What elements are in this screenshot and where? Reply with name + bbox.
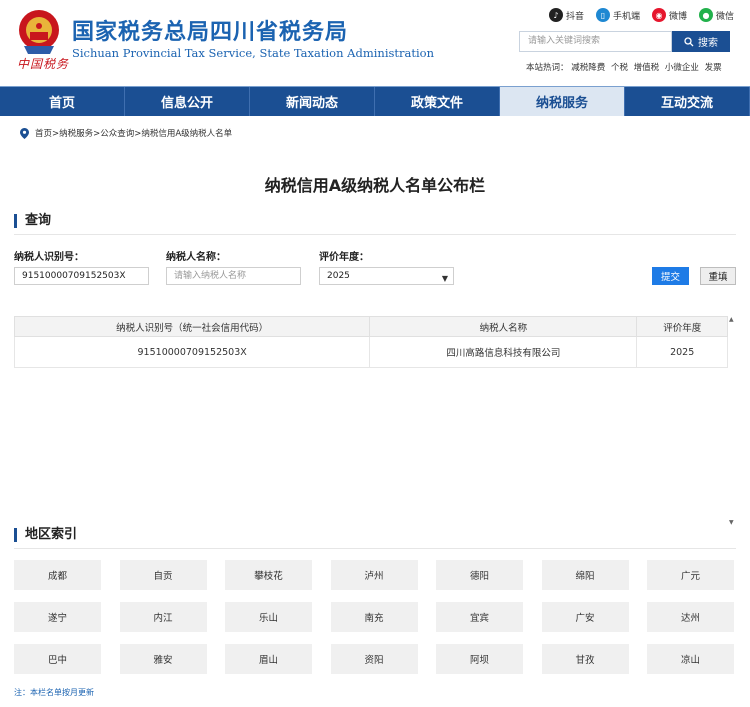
social-tiktok[interactable]: ♪ 抖音 [548,8,584,22]
table-cell: 四川高路信息科技有限公司 [369,336,638,368]
chevron-down-icon: ▼ [441,274,448,283]
hot-word[interactable]: 增值税 [634,63,660,73]
region-index: 成都 自贡 攀枝花 泸州 德阳 绵阳 广元 遂宁 内江 乐山 南充 宜宾 广安 … [14,560,736,674]
region-button[interactable]: 自贡 [119,560,207,590]
site-title[interactable]: 国家税务总局四川省税务局 [72,14,348,46]
taxpayer-name-input[interactable]: 请输入纳税人名称 [166,267,301,285]
update-note: 注：本栏名单按月更新 [14,688,94,697]
column-header: 评价年度 [636,316,728,337]
site-header: 中国税务 国家税务总局四川省税务局 Sichuan Provincial Tax… [0,0,750,86]
region-button[interactable]: 达州 [647,602,734,632]
region-button[interactable]: 资阳 [330,644,418,674]
table-cell: 2025 [636,336,728,368]
region-button[interactable]: 成都 [14,560,101,590]
hot-word[interactable]: 小微企业 [665,63,699,73]
social-label: 微信 [715,11,734,22]
region-button[interactable]: 绵阳 [541,560,629,590]
social-weibo[interactable]: ◉ 微博 [651,8,687,22]
taxpayer-id-input[interactable]: 91510000709152503X [14,267,149,285]
breadcrumb-text[interactable]: 首页>纳税服务>公众查询>纳税信用A级纳税人名单 [35,127,232,139]
location-pin-icon [20,127,29,139]
social-wechat[interactable]: ● 微信 [698,8,734,22]
nav-news[interactable]: 新闻动态 [250,87,375,116]
site-subtitle: Sichuan Provincial Tax Service, State Ta… [72,46,435,60]
wechat-icon: ● [698,8,713,22]
social-label: 抖音 [565,11,584,22]
hot-word[interactable]: 个税 [611,63,628,73]
social-mobile[interactable]: ▯ 手机端 [595,8,640,22]
table-cell: 91510000709152503X [13,336,371,368]
region-button[interactable]: 内江 [119,602,207,632]
page-title: 纳税信用A级纳税人名单公布栏 [264,176,486,195]
taxpayer-name-label: 纳税人名称： [166,252,226,263]
table-scrollbar[interactable]: ▲ ▼ [728,316,736,526]
main-nav: 首页 信息公开 新闻动态 政策文件 纳税服务 互动交流 [0,86,750,116]
table-row: 91510000709152503X 四川高路信息科技有限公司 2025 [13,336,728,368]
search-button-label: 搜索 [698,38,718,49]
region-button[interactable]: 遂宁 [14,602,101,632]
hot-word[interactable]: 发票 [705,63,722,73]
national-emblem-icon [19,10,59,54]
query-heading: 查询 [14,214,51,228]
social-links: ♪ 抖音 ▯ 手机端 ◉ 微博 ● 微信 [548,8,734,22]
region-button[interactable]: 广安 [541,602,629,632]
taxpayer-id-label: 纳税人识别号： [14,252,84,263]
hot-words: 本站热词： 减税降费 个税 增值税 小微企业 发票 [526,61,725,73]
breadcrumb: 首页>纳税服务>公众查询>纳税信用A级纳税人名单 [20,127,232,139]
region-button[interactable]: 甘孜 [541,644,629,674]
hot-label: 本站热词： [526,63,569,73]
region-button[interactable]: 德阳 [436,560,523,590]
region-button[interactable]: 阿坝 [436,644,523,674]
nav-tax-service[interactable]: 纳税服务 [500,87,625,116]
year-select-value: 2025 [327,271,350,281]
hot-word[interactable]: 减税降费 [571,63,605,73]
tiktok-icon: ♪ [548,8,563,22]
year-select[interactable]: 2025 ▼ [319,267,454,285]
region-button[interactable]: 眉山 [225,644,312,674]
nav-info-disclosure[interactable]: 信息公开 [125,87,250,116]
submit-button[interactable]: 提交 [652,267,689,285]
table-header-row: 纳税人识别号（统一社会信用代码） 纳税人名称 评价年度 [13,316,728,337]
mobile-icon: ▯ [595,8,610,22]
search-icon [684,36,694,46]
social-label: 手机端 [612,11,640,22]
region-button[interactable]: 攀枝花 [225,560,312,590]
results-table: 纳税人识别号（统一社会信用代码） 纳税人名称 评价年度 915100007091… [13,316,728,368]
region-button[interactable]: 乐山 [225,602,312,632]
search-input[interactable]: 请输入关键词搜索 [519,31,672,52]
region-button[interactable]: 泸州 [330,560,418,590]
nav-policy[interactable]: 政策文件 [375,87,500,116]
region-button[interactable]: 南充 [330,602,418,632]
region-button[interactable]: 宜宾 [436,602,523,632]
region-button[interactable]: 凉山 [647,644,734,674]
scroll-down-icon[interactable]: ▼ [729,519,734,526]
year-label: 评价年度： [319,252,369,263]
reset-button[interactable]: 重填 [700,267,736,285]
logo-script: 中国税务 [17,57,70,71]
social-label: 微博 [668,11,687,22]
column-header: 纳税人识别号（统一社会信用代码） [13,316,371,337]
nav-interaction[interactable]: 互动交流 [625,87,750,116]
region-button[interactable]: 广元 [647,560,734,590]
weibo-icon: ◉ [651,8,666,22]
region-heading: 地区索引 [14,528,77,542]
column-header: 纳税人名称 [369,316,638,337]
divider [14,548,736,549]
region-button[interactable]: 雅安 [119,644,207,674]
search-button[interactable]: 搜索 [672,31,730,52]
nav-home[interactable]: 首页 [0,87,125,116]
scroll-up-icon[interactable]: ▲ [729,316,734,323]
region-button[interactable]: 巴中 [14,644,101,674]
divider [14,234,736,235]
